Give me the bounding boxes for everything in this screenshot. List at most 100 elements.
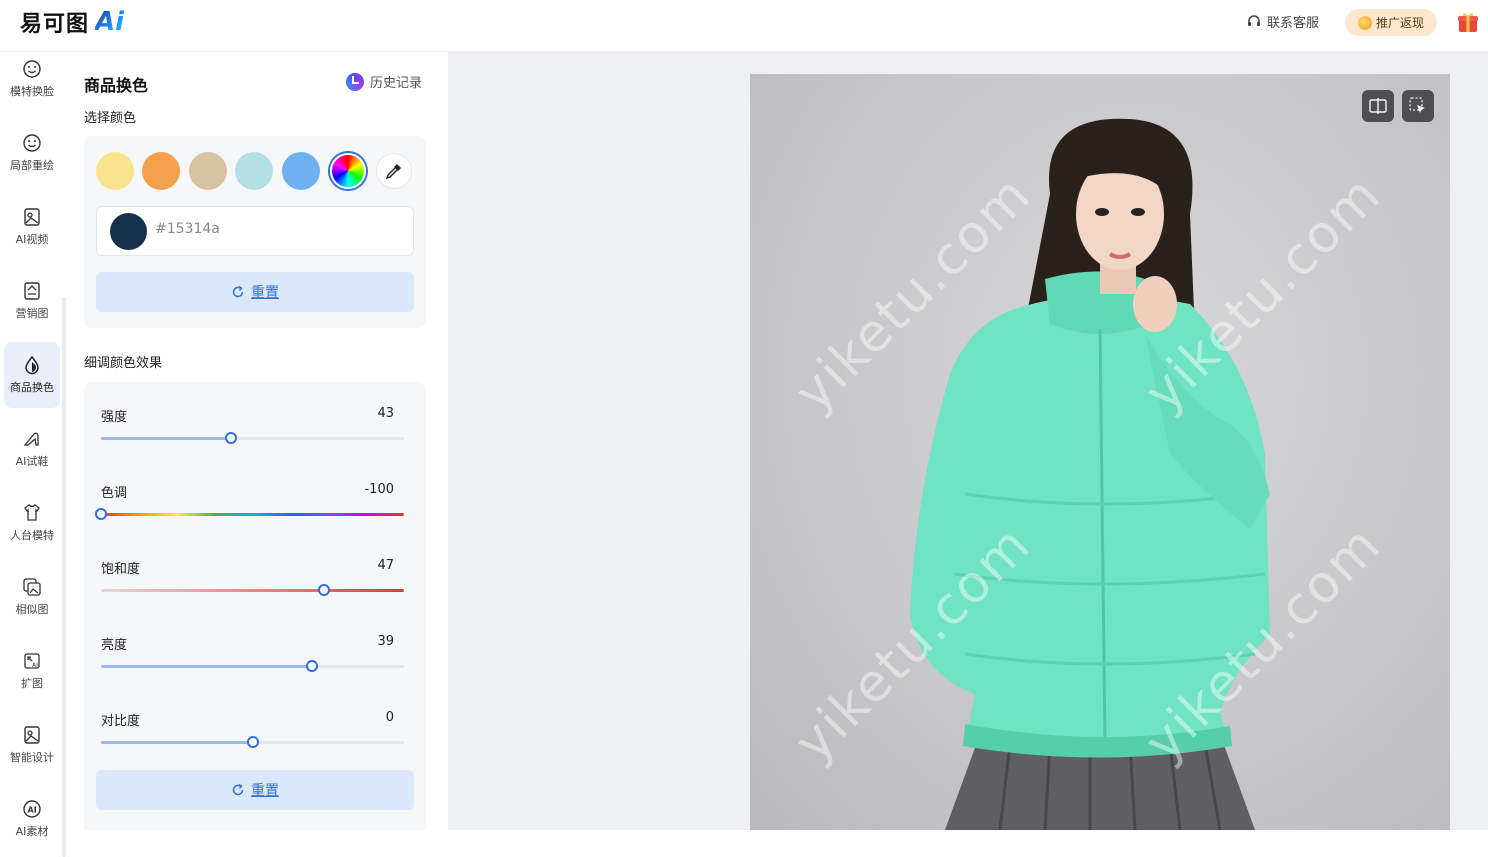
hex-input[interactable] (155, 221, 355, 237)
product-image[interactable]: yiketu.com yiketu.com yiketu.com yiketu.… (750, 74, 1450, 830)
select-color-label: 选择颜色 (84, 111, 137, 126)
mannequin-icon (24, 504, 40, 521)
logo-ai-mark: Ai (95, 7, 125, 37)
slider-thumb[interactable] (317, 584, 330, 596)
expand-image-icon: AI (24, 653, 40, 669)
face-smile-icon (23, 134, 41, 152)
sidebar-item-marketing[interactable]: 营销图 (4, 268, 60, 334)
slider-fill (101, 665, 312, 668)
sidebar-item-mannequin[interactable]: 人台模特 (4, 490, 60, 556)
slider-contrast: 对比度 0 (84, 710, 426, 776)
slider-track[interactable] (101, 584, 404, 596)
compare-button[interactable] (1362, 90, 1394, 122)
video-icon (24, 208, 40, 226)
recolor-panel: 商品换色 历史记录 选择颜色 重置 细调颜色效果 强度 43 色 (66, 52, 448, 830)
reset-label: 重置 (251, 285, 279, 301)
reset-color-button[interactable]: 重置 (96, 272, 414, 312)
reset-label: 重置 (251, 783, 279, 799)
slider-track[interactable] (101, 660, 404, 672)
slider-track[interactable] (101, 736, 404, 748)
svg-text:AI: AI (28, 806, 37, 815)
face-smile-icon (23, 60, 41, 78)
sidebar-item-ai-material[interactable]: AI AI素材 (4, 786, 60, 852)
coin-icon (1357, 15, 1372, 30)
slider-fill (101, 437, 232, 440)
sidebar-item-label: AI素材 (15, 825, 49, 838)
sidebar-item-label: 模特换脸 (10, 85, 54, 98)
compare-icon (1369, 98, 1387, 114)
promo-button[interactable]: 推广返现 (1345, 9, 1437, 36)
swatch-yellow[interactable] (96, 152, 134, 190)
sidebar-item-label: AI视频 (15, 233, 49, 246)
color-drop-icon (25, 355, 39, 375)
eyedropper-icon (385, 164, 401, 180)
slider-value: 39 (377, 634, 394, 649)
slider-label: 色调 (101, 486, 128, 501)
sidebar-item-label: 局部重绘 (10, 159, 54, 172)
fine-tune-card: 强度 43 色调 -100 饱和度 47 亮度 39 对比度 0 重置 (84, 382, 426, 830)
sidebar-item-label: 扩图 (21, 677, 43, 690)
swatch-light-cyan[interactable] (235, 152, 273, 190)
sidebar-item-label: 商品换色 (10, 381, 54, 394)
swatch-beige[interactable] (189, 152, 227, 190)
select-cursor-icon (1409, 97, 1425, 113)
color-wheel-swatch[interactable] (330, 153, 366, 189)
similar-image-icon (23, 578, 41, 596)
select-tool-button[interactable] (1402, 90, 1434, 122)
slider-value: 43 (377, 406, 394, 421)
sidebar-item-label: AI试鞋 (15, 455, 49, 468)
sidebar-item-recolor[interactable]: 商品换色 (4, 342, 60, 408)
slider-thumb[interactable] (225, 432, 238, 444)
history-icon (346, 72, 364, 91)
left-nav-rail: 模特换脸 局部重绘 AI视频 营销图 商品换色 AI试鞋 人台模特 相似图 AI… (0, 52, 66, 857)
slider-track[interactable] (95, 508, 404, 520)
slider-value: 47 (377, 558, 394, 573)
slider-label: 强度 (101, 410, 128, 425)
panel-title: 商品换色 (84, 76, 149, 95)
slider-hue: 色调 -100 (84, 482, 426, 548)
slider-fill (101, 741, 253, 744)
slider-brightness: 亮度 39 (84, 634, 426, 700)
promo-label: 推广返现 (1375, 16, 1424, 30)
support-label: 联系客服 (1267, 16, 1320, 31)
sidebar-item-label: 相似图 (15, 603, 49, 616)
sidebar-item-expand[interactable]: AI 扩图 (4, 638, 60, 704)
headset-icon (1248, 14, 1260, 26)
ai-material-icon: AI (23, 800, 41, 818)
marketing-image-icon (24, 282, 40, 300)
slider-thumb[interactable] (95, 508, 107, 520)
sidebar-item-smart-design[interactable]: 智能设计 (4, 712, 60, 778)
customer-support-link[interactable]: 联系客服 (1246, 12, 1319, 31)
slider-value: -100 (364, 482, 394, 497)
current-color-dot (110, 213, 147, 250)
sidebar-item-label: 营销图 (15, 307, 49, 320)
color-picker-card: 重置 (84, 136, 426, 328)
fine-tune-label: 细调颜色效果 (84, 356, 163, 371)
high-heel-icon (23, 432, 39, 446)
smart-design-icon (24, 726, 40, 744)
history-button[interactable]: 历史记录 (346, 72, 422, 91)
sidebar-item-ai-shoes[interactable]: AI试鞋 (4, 416, 60, 482)
slider-value: 0 (385, 710, 394, 725)
slider-strength: 强度 43 (84, 406, 426, 472)
refresh-icon (232, 783, 244, 796)
hex-color-field[interactable] (96, 206, 414, 256)
reset-adjust-button[interactable]: 重置 (96, 770, 414, 810)
eyedropper-button[interactable] (376, 153, 412, 189)
svg-text:AI: AI (32, 662, 38, 669)
slider-label: 饱和度 (101, 562, 141, 577)
slider-track[interactable] (101, 432, 404, 444)
swatch-blue[interactable] (282, 152, 320, 190)
gift-icon[interactable] (1456, 10, 1480, 34)
slider-thumb[interactable] (305, 660, 318, 672)
slider-label: 亮度 (101, 638, 128, 653)
sidebar-item-face-swap[interactable]: 模特换脸 (4, 46, 60, 112)
sidebar-item-similar[interactable]: 相似图 (4, 564, 60, 630)
sidebar-item-inpaint[interactable]: 局部重绘 (4, 120, 60, 186)
swatch-orange[interactable] (142, 152, 180, 190)
refresh-icon (232, 285, 244, 298)
top-header: 易可图 Ai 联系客服 推广返现 (0, 0, 1488, 52)
sidebar-item-ai-video[interactable]: AI视频 (4, 194, 60, 260)
app-logo[interactable]: 易可图 Ai (20, 7, 124, 37)
slider-thumb[interactable] (246, 736, 259, 748)
